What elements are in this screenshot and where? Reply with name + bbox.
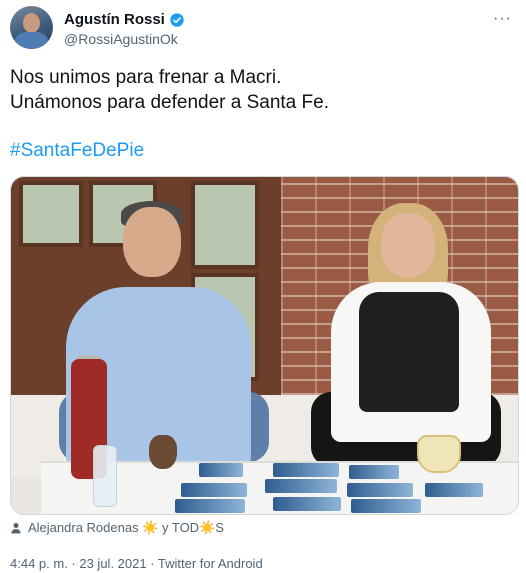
tweet-photo[interactable] bbox=[10, 176, 519, 515]
tweet-line-1: Nos unimos para frenar a Macri. bbox=[10, 67, 282, 88]
photo-leaflet bbox=[175, 499, 245, 513]
avatar-face bbox=[23, 13, 40, 33]
photo-woman-vest bbox=[359, 292, 459, 412]
photo-leaflet bbox=[181, 483, 247, 497]
tweet-text: Nos unimos para frenar a Macri. Unámonos… bbox=[10, 65, 329, 115]
photo-window-pane bbox=[191, 181, 259, 269]
photo-leaflet bbox=[199, 463, 243, 477]
photo-leaflet bbox=[425, 483, 483, 497]
avatar-shirt bbox=[15, 32, 48, 49]
photo-cup bbox=[417, 435, 461, 473]
photo-leaflet bbox=[273, 463, 339, 477]
photo-man-head bbox=[123, 207, 181, 277]
tagged-users-label[interactable]: Alejandra Rodenas ☀️ y TOD☀️S bbox=[28, 520, 224, 536]
verified-badge-icon bbox=[170, 12, 184, 27]
hashtag-link[interactable]: #SantaFeDePie bbox=[10, 140, 144, 162]
author-handle[interactable]: @RossiAgustinOk bbox=[64, 31, 178, 47]
photo-leaflet bbox=[347, 483, 413, 497]
person-icon bbox=[11, 523, 21, 534]
tweet-timestamp[interactable]: 4:44 p. m. · 23 jul. 2021 · Twitter for … bbox=[10, 556, 263, 571]
photo-mate-gourd bbox=[149, 435, 177, 469]
more-options-icon[interactable]: ··· bbox=[493, 10, 512, 28]
photo-water-bottle bbox=[93, 445, 117, 507]
tagged-users[interactable]: Alejandra Rodenas ☀️ y TOD☀️S bbox=[10, 520, 224, 536]
author-name[interactable]: Agustín Rossi bbox=[64, 11, 165, 28]
photo-leaflet bbox=[349, 465, 399, 479]
tweet-line-2: Unámonos para defender a Santa Fe. bbox=[10, 92, 329, 113]
author-name-row[interactable]: Agustín Rossi bbox=[64, 11, 185, 28]
photo-leaflet bbox=[265, 479, 337, 493]
photo-window-pane bbox=[19, 181, 83, 247]
photo-woman-head bbox=[381, 213, 435, 277]
photo-leaflet bbox=[273, 497, 341, 511]
avatar[interactable] bbox=[10, 6, 53, 49]
photo-leaflet bbox=[351, 499, 421, 513]
